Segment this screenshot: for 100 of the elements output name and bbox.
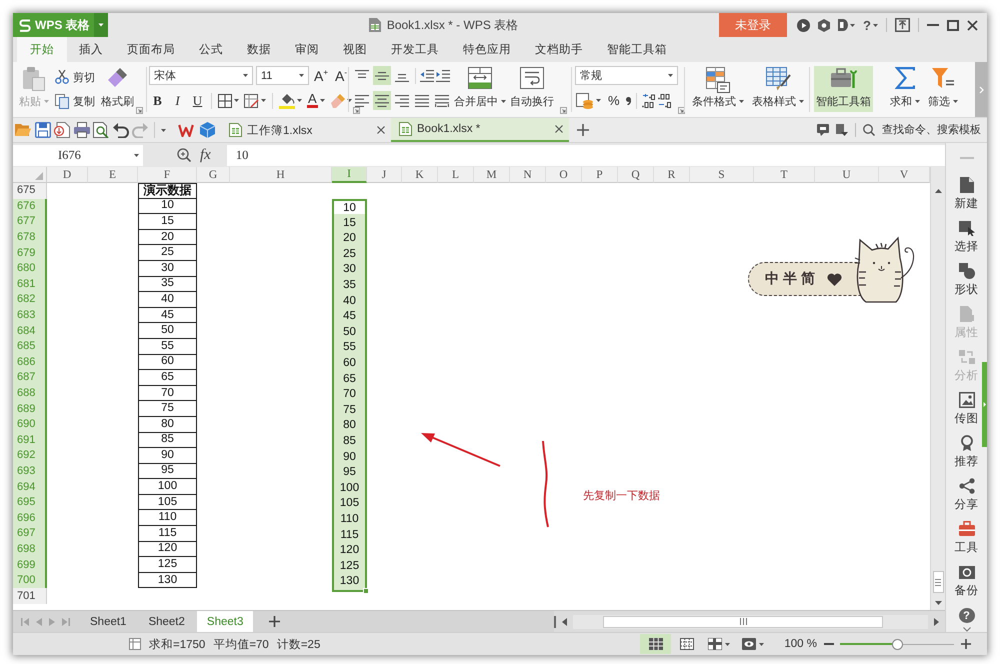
menu-tab[interactable]: 数据 <box>235 37 283 62</box>
column-header[interactable]: K <box>402 167 438 183</box>
sum-button[interactable]: 求和 <box>888 66 922 112</box>
menu-tab[interactable]: 视图 <box>331 37 379 62</box>
sheet-tab[interactable]: Sheet2 <box>138 611 195 632</box>
column-header[interactable]: N <box>510 167 546 183</box>
grow-font-button[interactable]: A$^{+}$ <box>312 68 330 82</box>
fill-handle[interactable] <box>363 588 369 594</box>
wrap-text-button[interactable]: 自动换行 <box>508 66 556 112</box>
vertical-align-button[interactable] <box>373 66 391 85</box>
column-header[interactable]: D <box>47 167 88 183</box>
scrollbar-thumb[interactable] <box>603 616 883 628</box>
smart-toolbox-button[interactable]: 智能工具箱 <box>814 66 873 112</box>
menu-tab[interactable]: 文档助手 <box>523 37 595 62</box>
column-header[interactable]: J <box>367 167 402 183</box>
minimize-icon[interactable] <box>926 24 939 26</box>
borders-button[interactable] <box>217 91 240 110</box>
plus-icon[interactable] <box>577 124 589 136</box>
indent-decrease-icon[interactable] <box>420 70 434 82</box>
column-header[interactable]: O <box>546 167 582 183</box>
side-panel-item[interactable]: 传图 <box>952 387 980 430</box>
comma-icon[interactable] <box>626 96 631 104</box>
document-tab[interactable]: 工作簿1.xlsx <box>221 118 391 142</box>
dropdown-button[interactable] <box>838 19 855 31</box>
side-panel-item[interactable]: 备份 <box>952 559 980 602</box>
decimal-decrease-icon[interactable] <box>658 94 671 108</box>
column-header[interactable]: Q <box>618 167 654 183</box>
column-header[interactable]: E <box>88 167 138 183</box>
corner-arrow-icon[interactable] <box>560 107 567 114</box>
corner-arrow-icon[interactable] <box>136 107 143 114</box>
help-button[interactable]: ? <box>958 608 974 623</box>
cell-pattern-button[interactable] <box>243 91 267 110</box>
font-color-button[interactable]: A <box>306 91 326 110</box>
horizontal-scrollbar[interactable] <box>554 611 945 632</box>
menu-tab[interactable]: 页面布局 <box>115 37 187 62</box>
cut-button[interactable]: 剪切 <box>55 69 95 85</box>
menu-tab[interactable]: 智能工具箱 <box>595 37 679 62</box>
row-header[interactable]: 701 <box>13 588 47 604</box>
square-arrow-icon[interactable] <box>836 124 848 136</box>
scrollbar-thumb[interactable] <box>932 571 944 593</box>
name-box[interactable]: I676 <box>13 144 143 166</box>
percent-button[interactable]: % <box>605 93 623 108</box>
menu-tab[interactable]: 开始 <box>17 37 67 62</box>
hexagon-icon[interactable] <box>818 18 830 32</box>
maximize-icon[interactable] <box>946 20 959 30</box>
chevron-down-icon[interactable] <box>962 627 970 632</box>
magnifier-icon[interactable] <box>177 148 191 162</box>
document-tab[interactable]: Book1.xlsx * <box>391 118 569 142</box>
formula-input[interactable]: 10 <box>226 144 945 166</box>
bold-button[interactable]: B <box>149 91 166 110</box>
column-header[interactable]: T <box>754 167 815 183</box>
close-icon[interactable] <box>555 125 563 133</box>
column-header[interactable]: P <box>582 167 618 183</box>
sheet-tab[interactable]: Sheet3 <box>196 611 254 632</box>
row-header[interactable]: 675 <box>13 183 47 199</box>
column-header[interactable]: H <box>230 167 332 183</box>
shrink-font-button[interactable]: A$^{-}$ <box>333 68 350 82</box>
slider-thumb[interactable] <box>892 638 902 650</box>
down-arrow-icon[interactable] <box>934 601 942 605</box>
logo-icon[interactable] <box>178 124 194 136</box>
close-icon[interactable] <box>377 126 385 134</box>
comment-icon[interactable] <box>817 124 829 136</box>
column-header[interactable]: L <box>438 167 474 183</box>
column-header[interactable]: U <box>815 167 879 183</box>
table-style-button[interactable]: 表格样式 <box>750 66 806 112</box>
sheet-tab[interactable]: Sheet1 <box>80 611 136 632</box>
document-arrow-icon[interactable] <box>54 122 70 138</box>
left-arrow-icon[interactable] <box>562 618 567 626</box>
right-arrow-icon[interactable] <box>934 618 939 626</box>
plus-icon[interactable] <box>269 616 280 627</box>
menu-tab[interactable]: 审阅 <box>283 37 331 62</box>
side-panel-item[interactable]: 推荐 <box>952 430 980 473</box>
view-mode-button[interactable] <box>640 634 672 654</box>
filter-button[interactable]: 筛选 <box>926 66 960 112</box>
font-name-select[interactable]: 宋体 <box>149 66 253 85</box>
cube-icon[interactable] <box>200 122 215 138</box>
column-header[interactable]: S <box>690 167 754 183</box>
column-header[interactable]: M <box>474 167 510 183</box>
currency-button[interactable] <box>575 91 602 110</box>
corner-arrow-icon[interactable] <box>678 107 685 114</box>
number-format-select[interactable]: 常规 <box>575 66 678 85</box>
corner-arrow-icon[interactable] <box>352 107 360 114</box>
help-button[interactable]: ? <box>863 18 878 32</box>
menu-tab[interactable]: 特色应用 <box>451 37 523 62</box>
italic-button[interactable]: I <box>169 91 186 110</box>
vertical-scrollbar[interactable] <box>930 167 945 610</box>
side-panel-item[interactable]: 分享 <box>952 473 980 516</box>
search-field[interactable]: 查找命令、搜索模板 <box>882 124 986 136</box>
side-panel-item[interactable]: 工具 <box>952 516 980 559</box>
side-panel-item[interactable]: 选择 <box>952 215 980 258</box>
close-icon[interactable] <box>966 20 978 30</box>
underline-button[interactable]: U <box>189 91 206 110</box>
column-header[interactable]: V <box>879 167 930 183</box>
page-magnifier-icon[interactable] <box>93 122 109 138</box>
format-painter-button[interactable]: 格式刷 <box>99 66 136 112</box>
decimal-increase-icon[interactable] <box>642 94 655 108</box>
menu-tab[interactable]: 公式 <box>187 37 235 62</box>
font-size-select[interactable]: 11 <box>256 66 309 85</box>
column-header[interactable]: R <box>654 167 690 183</box>
menu-tab[interactable]: 插入 <box>67 37 115 62</box>
